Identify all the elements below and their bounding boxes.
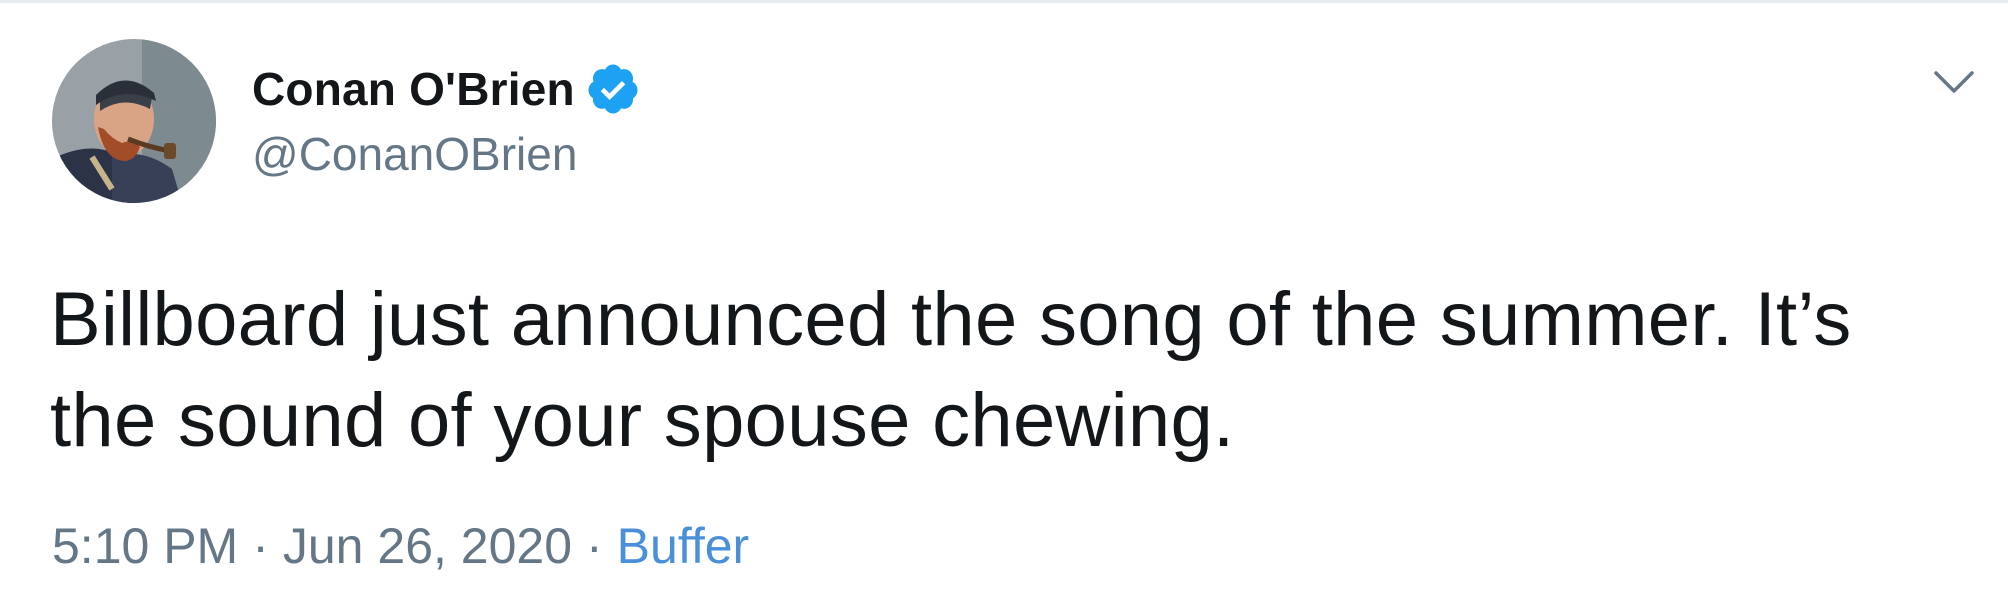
tweet-time[interactable]: 5:10 PM xyxy=(52,517,238,575)
avatar[interactable] xyxy=(52,39,216,203)
author-handle[interactable]: @ConanOBrien xyxy=(252,127,577,181)
tweet-metadata: 5:10 PM · Jun 26, 2020 · Buffer xyxy=(52,517,749,575)
tweet-card: Conan O'Brien @ConanOBrien Billboard jus… xyxy=(0,3,2008,614)
chevron-down-icon[interactable] xyxy=(1932,65,1976,97)
meta-separator: · xyxy=(586,518,603,574)
verified-badge-icon xyxy=(585,61,641,117)
author-display-name[interactable]: Conan O'Brien xyxy=(252,62,575,116)
tweet-text: Billboard just announced the song of the… xyxy=(50,277,1852,463)
tweet-source-link[interactable]: Buffer xyxy=(617,517,750,575)
author-name-row[interactable]: Conan O'Brien xyxy=(252,61,641,117)
tweet-date[interactable]: Jun 26, 2020 xyxy=(283,517,572,575)
meta-separator: · xyxy=(252,518,269,574)
